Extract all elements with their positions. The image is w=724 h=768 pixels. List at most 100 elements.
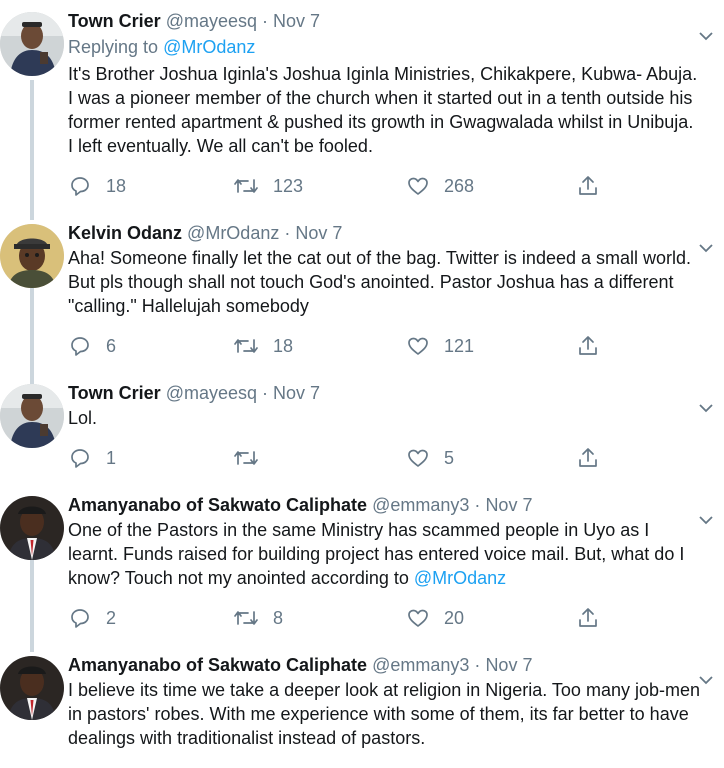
chevron-down-icon[interactable] [696,398,716,418]
retweet-button[interactable] [233,444,273,472]
user-handle[interactable]: @mayeesq [166,383,257,403]
tweet-content: Amanyanabo of Sakwato Caliphate @emmany3… [68,652,700,750]
user-handle[interactable]: @emmany3 [372,495,469,515]
like-count: 20 [444,607,465,628]
like-icon [408,609,428,627]
share-icon [579,336,597,355]
tweet-text: One of the Pastors in the same Ministry … [68,518,700,590]
share-button[interactable] [576,172,600,200]
chevron-down-icon[interactable] [696,238,716,258]
avatar[interactable] [0,656,64,720]
avatar[interactable] [0,12,64,76]
avatar[interactable] [0,384,64,448]
retweet-icon [234,451,258,465]
reply-button[interactable]: 2 [68,604,116,632]
display-name[interactable]: Kelvin Odanz [68,223,182,243]
avatar[interactable] [0,224,64,288]
tweet[interactable]: Town Crier @mayeesq · Nov 7 Replying to … [0,0,724,220]
reply-count: 1 [106,447,117,468]
display-name[interactable]: Town Crier [68,383,161,403]
mention-link[interactable]: @MrOdanz [414,568,506,588]
tweet-content: Town Crier @mayeesq · Nov 7 Replying to … [68,8,700,158]
reply-icon [71,177,89,196]
user-handle[interactable]: @mayeesq [166,11,257,31]
like-count: 268 [444,175,475,196]
retweet-icon [234,339,258,353]
replying-to: Replying to @MrOdanz [68,34,700,60]
tweet[interactable]: Town Crier @mayeesq · Nov 7 Lol. 1 5 [0,372,724,480]
user-handle[interactable]: @MrOdanz [187,223,279,243]
tweet-header: Kelvin Odanz @MrOdanz · Nov 7 [68,220,700,246]
share-button[interactable] [576,444,600,472]
display-name[interactable]: Amanyanabo of Sakwato Caliphate [68,495,367,515]
retweet-count: 18 [273,335,294,356]
tweet-text: Lol. [68,408,98,428]
thread-connector-line [30,200,34,208]
retweet-button[interactable]: 18 [233,332,293,360]
replying-to-handle[interactable]: @MrOdanz [163,37,255,57]
conversation-thread: Town Crier @mayeesq · Nov 7 Replying to … [0,0,724,768]
separator-dot: · [474,655,481,675]
tweet[interactable]: Amanyanabo of Sakwato Caliphate @emmany3… [0,484,724,652]
thread-connector-line [30,80,34,220]
like-button[interactable]: 20 [406,604,464,632]
like-button[interactable]: 121 [406,332,474,360]
user-handle[interactable]: @emmany3 [372,655,469,675]
reply-count: 2 [106,607,117,628]
retweet-icon [234,179,258,193]
retweet-icon [234,611,258,625]
like-button[interactable]: 5 [406,444,454,472]
tweet-text: It's Brother Joshua Iginla's Joshua Igin… [68,64,698,156]
chevron-down-icon[interactable] [696,670,716,690]
tweet-header: Amanyanabo of Sakwato Caliphate @emmany3… [68,492,700,518]
replying-to-label: Replying to [68,37,159,57]
retweet-count: 123 [273,175,304,196]
reply-count: 18 [106,175,127,196]
share-icon [579,608,597,627]
tweet-content: Kelvin Odanz @MrOdanz · Nov 7 Aha! Someo… [68,220,700,318]
tweet-content: Town Crier @mayeesq · Nov 7 Lol. [68,380,700,430]
avatar[interactable] [0,496,64,560]
tweet-date[interactable]: Nov 7 [485,655,532,675]
like-button[interactable]: 268 [406,172,474,200]
retweet-button[interactable]: 8 [233,604,283,632]
separator-dot: · [284,223,291,243]
reply-button[interactable]: 18 [68,172,126,200]
tweet[interactable]: Amanyanabo of Sakwato Caliphate @emmany3… [0,644,724,768]
separator-dot: · [474,495,481,515]
tweet-text: I believe its time we take a deeper look… [68,680,700,748]
retweet-button[interactable]: 123 [233,172,303,200]
like-count: 121 [444,335,475,356]
reply-button[interactable]: 1 [68,444,116,472]
tweet-date[interactable]: Nov 7 [295,223,342,243]
tweet-header: Amanyanabo of Sakwato Caliphate @emmany3… [68,652,700,678]
share-button[interactable] [576,604,600,632]
tweet-date[interactable]: Nov 7 [273,383,320,403]
retweet-count: 8 [273,607,284,628]
tweet-header: Town Crier @mayeesq · Nov 7 [68,8,700,34]
share-button[interactable] [576,332,600,360]
reply-count: 6 [106,335,117,356]
thread-connector-line [30,560,34,652]
separator-dot: · [262,11,269,31]
tweet-content: Amanyanabo of Sakwato Caliphate @emmany3… [68,492,700,590]
reply-button[interactable]: 6 [68,332,116,360]
like-icon [408,177,428,195]
reply-icon [71,337,89,356]
reply-icon [71,449,89,468]
separator-dot: · [262,383,269,403]
chevron-down-icon[interactable] [696,510,716,530]
reply-icon [71,609,89,628]
tweet[interactable]: Kelvin Odanz @MrOdanz · Nov 7 Aha! Someo… [0,200,724,388]
like-icon [408,337,428,355]
share-icon [579,176,597,195]
tweet-date[interactable]: Nov 7 [273,11,320,31]
tweet-text: Aha! Someone finally let the cat out of … [68,248,692,316]
share-icon [579,448,597,467]
chevron-down-icon[interactable] [696,26,716,46]
like-icon [408,449,428,467]
display-name[interactable]: Amanyanabo of Sakwato Caliphate [68,655,367,675]
tweet-date[interactable]: Nov 7 [485,495,532,515]
display-name[interactable]: Town Crier [68,11,161,31]
tweet-header: Town Crier @mayeesq · Nov 7 [68,380,700,406]
